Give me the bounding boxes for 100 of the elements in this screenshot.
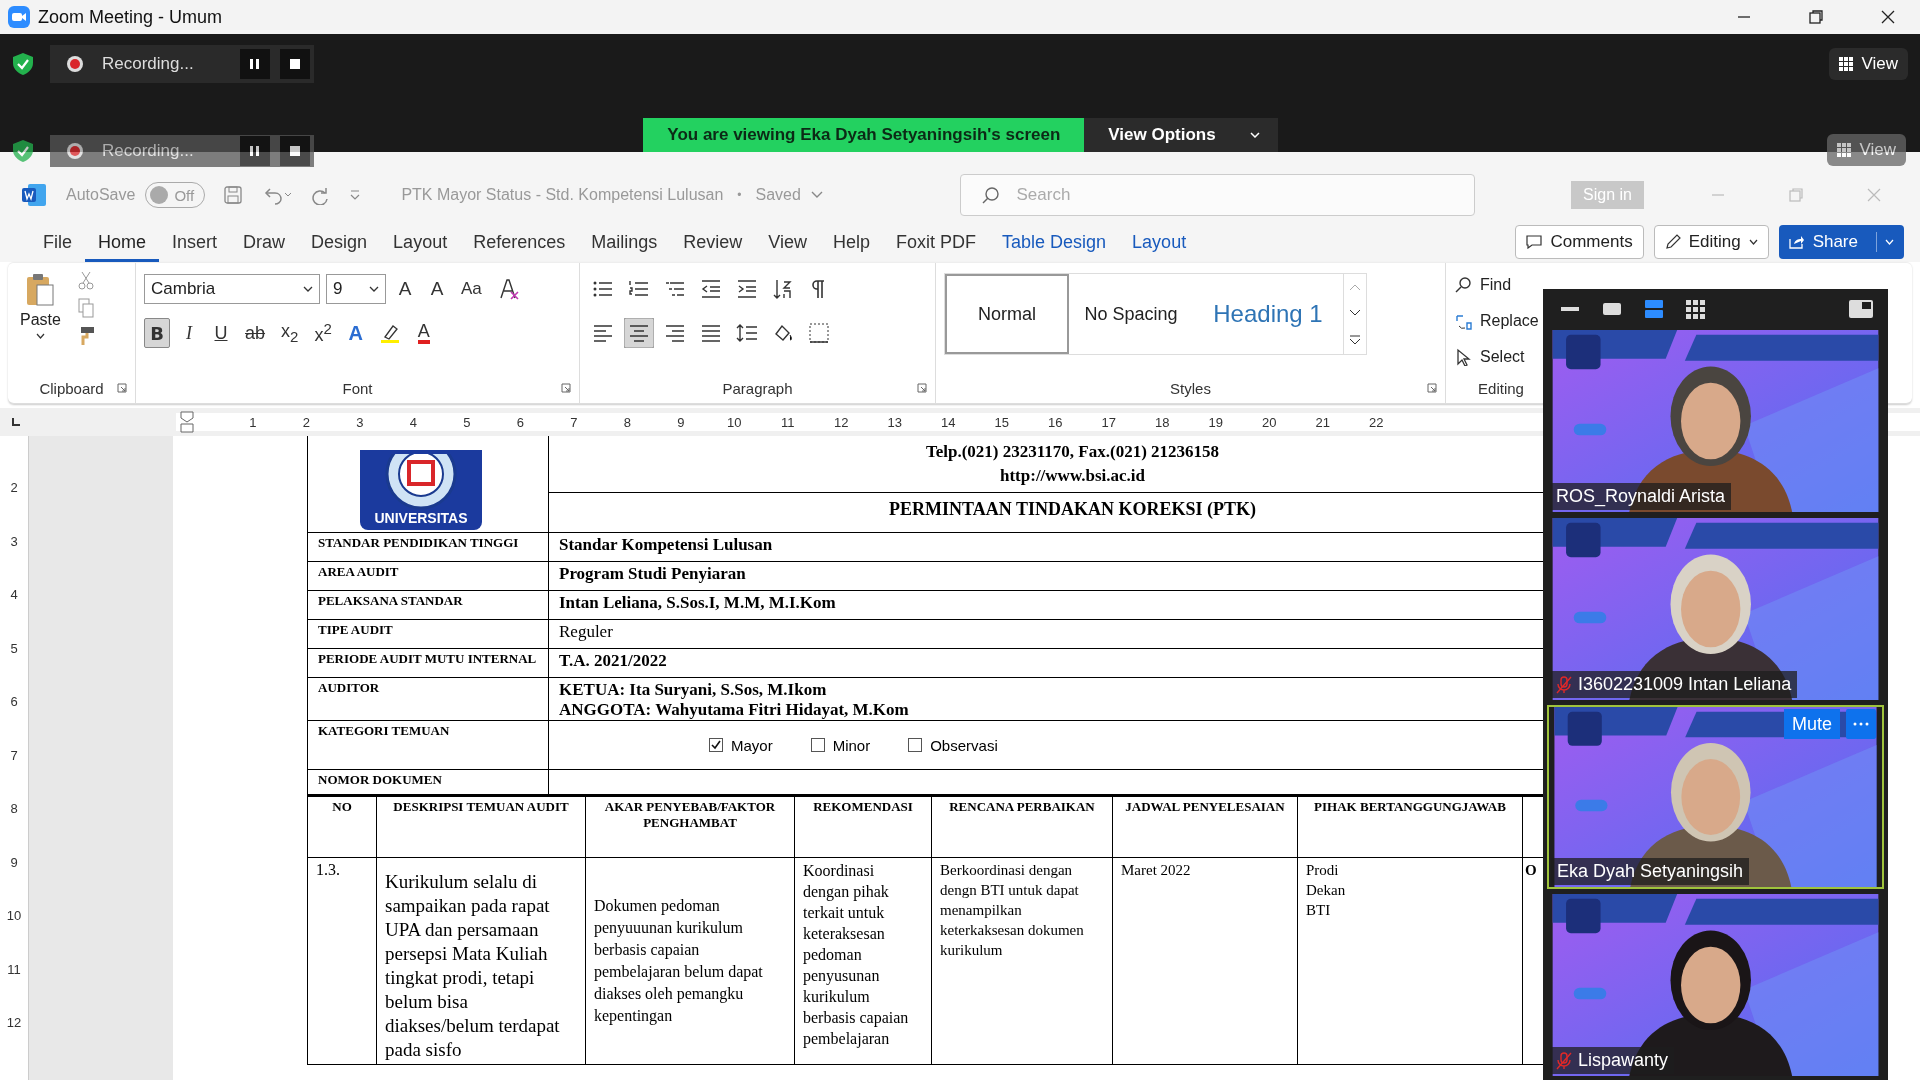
sort-icon[interactable] — [772, 278, 794, 300]
search-field[interactable]: Search — [959, 174, 1475, 216]
save-icon[interactable] — [223, 185, 244, 205]
shield-icon — [12, 52, 34, 76]
select-button[interactable]: Select — [1454, 341, 1539, 373]
caret-icon — [1748, 239, 1758, 245]
shading-icon[interactable] — [772, 322, 794, 344]
superscript-button[interactable]: x$^{2}$ — [309, 318, 337, 348]
share-button[interactable]: Share — [1778, 225, 1904, 259]
style-option[interactable]: No Spacing — [1069, 274, 1193, 354]
paste-button[interactable]: Paste — [16, 269, 65, 377]
text-effects-button[interactable]: A — [342, 318, 369, 348]
ruler-number: 10 — [5, 908, 23, 925]
ribbon-tab[interactable]: Table Design — [989, 222, 1120, 262]
dialog-launcher-icon[interactable] — [1427, 383, 1437, 393]
ribbon-tab[interactable]: Help — [820, 222, 883, 262]
view-button[interactable]: View — [1829, 48, 1908, 80]
style-option[interactable]: Heading 1 — [1193, 274, 1343, 354]
participant-name: Eka Dyah Setyaningsih — [1551, 858, 1750, 885]
shrink-font-button[interactable]: A — [424, 274, 450, 304]
group-label: Editing — [1478, 379, 1524, 397]
record-icon — [66, 142, 84, 160]
indent-marker-icon[interactable] — [180, 411, 194, 433]
ruler-number: 4 — [9, 587, 19, 604]
dialog-launcher-icon[interactable] — [117, 383, 127, 393]
dialog-launcher-icon[interactable] — [561, 383, 571, 393]
underline-button[interactable]: U — [208, 318, 234, 348]
caret-icon[interactable] — [810, 191, 823, 199]
more-styles-icon[interactable] — [1349, 335, 1361, 345]
pencil-icon — [1664, 234, 1681, 250]
table-cell: O — [1525, 862, 1537, 878]
ruler-number: 7 — [9, 747, 19, 765]
checkbox[interactable] — [709, 738, 723, 752]
caret-icon — [1249, 132, 1260, 138]
ruler-number: 3 — [9, 533, 19, 551]
ruler-number: 6 — [9, 694, 19, 711]
stop-icon[interactable] — [280, 136, 310, 166]
ruler-number: 1 — [248, 414, 258, 430]
italic-button[interactable]: I — [176, 318, 202, 348]
close-icon[interactable] — [1880, 9, 1896, 25]
table-cell: Prodi Dekan BTI — [1306, 862, 1346, 918]
restore-icon[interactable] — [1808, 9, 1824, 25]
column-header: NO — [332, 799, 352, 814]
editing-button[interactable]: Editing — [1653, 225, 1769, 259]
view-button[interactable]: View — [1827, 134, 1906, 166]
grid-icon — [1837, 143, 1852, 157]
increase-indent-icon[interactable] — [736, 278, 758, 300]
ruler-number: 8 — [9, 801, 19, 818]
ribbon-tab[interactable]: Design — [298, 222, 381, 262]
scroll-down-icon[interactable] — [1349, 309, 1361, 317]
replace-button[interactable]: Replace — [1454, 305, 1539, 337]
ribbon-tab[interactable]: Insert — [159, 222, 231, 262]
font-name-field[interactable]: Cambria — [144, 274, 320, 304]
ribbon-tab[interactable]: Foxit PDF — [883, 222, 990, 262]
ribbon-tab[interactable]: Layout — [380, 222, 461, 262]
style-option[interactable]: Normal — [945, 274, 1069, 354]
dialog-launcher-icon[interactable] — [917, 383, 927, 393]
checkbox-label: Observasi — [930, 736, 998, 754]
customize-icon[interactable] — [349, 189, 362, 201]
checkbox[interactable] — [908, 738, 923, 752]
column-header: DESKRIPSI TEMUAN AUDIT — [393, 799, 569, 814]
stop-icon[interactable] — [280, 49, 310, 79]
strikethrough-button[interactable]: ab — [240, 318, 271, 348]
font-size-field[interactable]: 9 — [326, 274, 386, 304]
checkbox[interactable] — [810, 738, 825, 752]
change-case-button[interactable]: Aa — [456, 274, 487, 304]
ruler-number: 6 — [515, 414, 525, 430]
ribbon-tab[interactable]: View — [755, 222, 820, 262]
pause-icon[interactable] — [240, 49, 270, 79]
ribbon-tab[interactable]: References — [460, 222, 579, 262]
ruler-number: 2 — [9, 480, 19, 497]
view-options-button[interactable]: View Options — [1084, 118, 1278, 152]
align-center-icon[interactable] — [624, 318, 654, 348]
ruler-number: 3 — [355, 414, 365, 430]
column-header: REKOMENDASI — [813, 799, 913, 814]
ribbon-tab[interactable]: Home — [85, 222, 160, 262]
grow-font-button[interactable]: A — [392, 274, 418, 304]
pause-icon[interactable] — [240, 136, 270, 166]
ribbon-tab[interactable]: Mailings — [578, 222, 671, 262]
mute-button[interactable]: Mute — [1783, 709, 1840, 739]
contact-text: Telp.(021) 23231170, Fax.(021) 21236158 — [924, 441, 1221, 463]
decrease-indent-icon[interactable] — [700, 278, 722, 300]
subscript-button[interactable]: x$_{2}$ — [276, 318, 304, 348]
exit-panel-icon[interactable] — [1848, 298, 1874, 320]
find-button[interactable]: Find — [1454, 269, 1539, 301]
ribbon-tab[interactable]: Review — [670, 222, 756, 262]
tab-selector-icon[interactable] — [10, 416, 22, 428]
ribbon-tab[interactable]: Layout — [1119, 222, 1200, 262]
ruler-number: 5 — [9, 640, 19, 658]
recording-label: Recording... — [102, 54, 195, 74]
font-color-button[interactable]: A — [410, 318, 437, 348]
line-spacing-icon[interactable] — [736, 322, 758, 344]
bold-button[interactable]: B — [144, 318, 170, 348]
checkbox-label: Minor — [832, 736, 871, 754]
comments-button[interactable]: Comments — [1515, 225, 1644, 259]
ribbon-tab[interactable]: File — [30, 222, 85, 262]
borders-icon[interactable] — [808, 322, 830, 344]
ribbon-tab[interactable]: Draw — [230, 222, 299, 262]
ruler-number: 21 — [1314, 414, 1331, 430]
field-label: STANDAR PENDIDIKAN TINGGI — [318, 535, 519, 550]
